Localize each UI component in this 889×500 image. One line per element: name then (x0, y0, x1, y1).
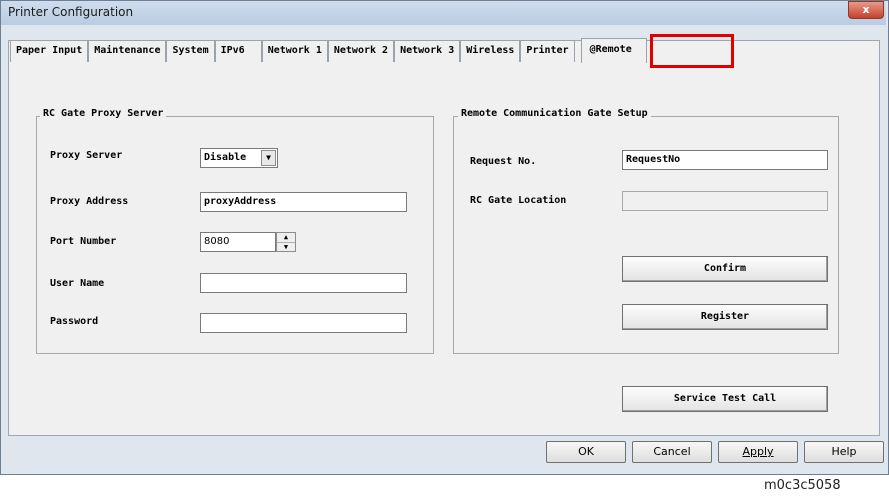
tab-maintenance[interactable]: Maintenance (88, 40, 167, 62)
tab-ipv6[interactable]: IPv6 (214, 40, 262, 62)
user-name-label: User Name (50, 278, 105, 289)
tab-printer[interactable]: Printer (520, 40, 575, 62)
tab-remote[interactable]: @Remote (580, 38, 647, 63)
tab-network-2[interactable]: Network 2 (327, 40, 395, 62)
close-button[interactable]: x (848, 1, 884, 19)
service-test-call-button[interactable]: Service Test Call (622, 386, 828, 412)
tab-system[interactable]: System (166, 40, 215, 62)
remote-tab-highlight (650, 34, 734, 68)
proxy-address-field[interactable]: proxyAddress (200, 192, 407, 212)
port-number-stepper[interactable]: ▲ ▼ (276, 232, 296, 252)
proxy-server-select[interactable]: Disable ▼ (200, 148, 278, 168)
ok-button[interactable]: OK (546, 441, 626, 463)
figure-caption: m0c3c5058 (764, 478, 841, 493)
window-title: Printer Configuration (8, 5, 134, 19)
tab-network-1[interactable]: Network 1 (261, 40, 328, 62)
rc-gate-location-label: RC Gate Location (470, 195, 567, 206)
password-field[interactable] (200, 313, 407, 333)
cancel-button[interactable]: Cancel (632, 441, 712, 463)
confirm-button[interactable]: Confirm (622, 256, 828, 282)
proxy-address-label: Proxy Address (50, 196, 129, 207)
proxy-server-value: Disable (204, 152, 247, 163)
apply-button[interactable]: Apply (718, 441, 798, 463)
gate-group-legend: Remote Communication Gate Setup (458, 108, 651, 119)
help-button[interactable]: Help (804, 441, 884, 463)
request-no-field[interactable]: RequestNo (622, 150, 828, 170)
proxy-server-label: Proxy Server (50, 150, 123, 161)
proxy-group-legend: RC Gate Proxy Server (40, 108, 167, 119)
register-button[interactable]: Register (622, 304, 828, 330)
close-icon: x (862, 3, 870, 16)
title-bar (1, 1, 886, 25)
tab-paper-input[interactable]: Paper Input (10, 40, 89, 62)
spin-up-icon[interactable]: ▲ (277, 233, 295, 243)
rc-gate-location-field (622, 191, 828, 211)
port-number-field[interactable]: 8080 (200, 232, 276, 252)
tab-wireless[interactable]: Wireless (460, 40, 521, 62)
user-name-field[interactable] (200, 273, 407, 293)
spin-down-icon[interactable]: ▼ (277, 243, 295, 252)
tab-strip: Paper Input Maintenance System IPv6 Netw… (10, 38, 647, 64)
tab-network-3[interactable]: Network 3 (394, 40, 461, 62)
port-number-label: Port Number (50, 236, 117, 247)
chevron-down-icon[interactable]: ▼ (261, 150, 276, 166)
request-no-label: Request No. (470, 156, 537, 167)
password-label: Password (50, 316, 99, 327)
